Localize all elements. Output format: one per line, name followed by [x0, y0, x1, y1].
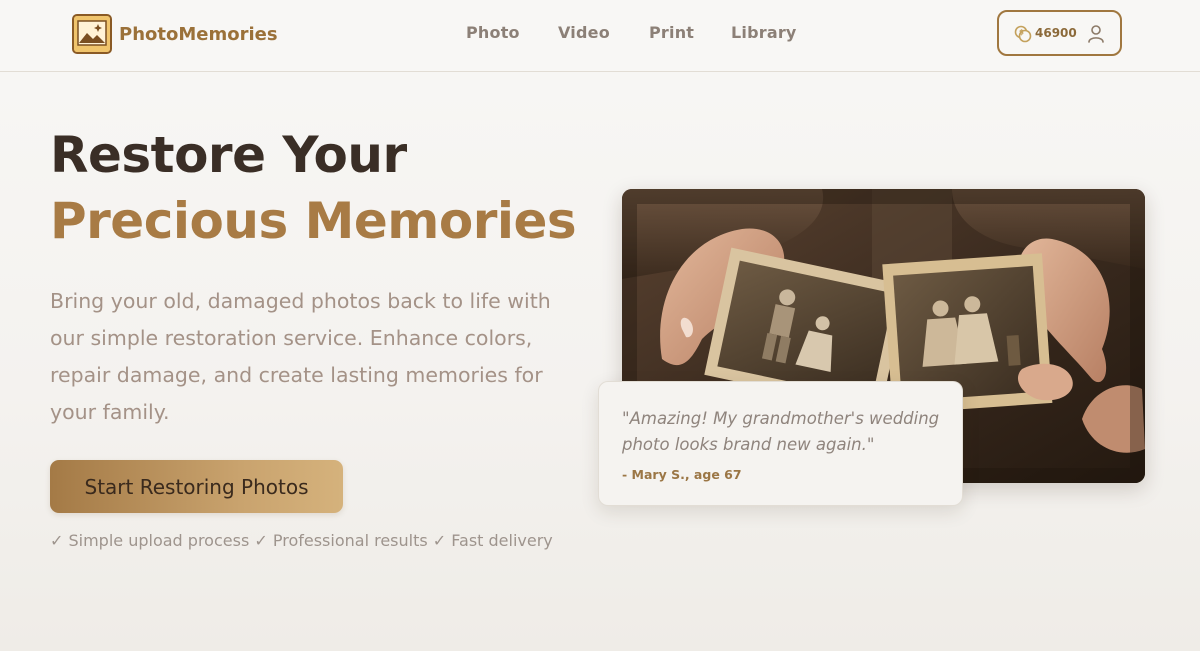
testimonial-author: - Mary S., age 67	[622, 467, 742, 482]
feature-list: ✓ Simple upload process ✓ Professional r…	[50, 531, 553, 550]
hero-title-line2: Precious Memories	[50, 192, 577, 250]
photo-frame-icon	[72, 14, 112, 54]
coins-icon: $	[1014, 25, 1032, 47]
user-icon	[1087, 24, 1105, 48]
brand-logo[interactable]: PhotoMemories	[72, 14, 278, 54]
nav-photo[interactable]: Photo	[466, 23, 520, 42]
nav-video[interactable]: Video	[558, 23, 610, 42]
hero-description: Bring your old, damaged photos back to l…	[50, 289, 551, 424]
hero-title-line1: Restore Your	[50, 126, 407, 184]
top-navbar: PhotoMemories Photo Video Print Library …	[0, 0, 1200, 72]
nav-print[interactable]: Print	[649, 23, 694, 42]
nav-library[interactable]: Library	[731, 23, 797, 42]
brand-name: PhotoMemories	[119, 23, 278, 45]
account-button[interactable]: $ 46900	[997, 10, 1122, 56]
hero-title: Restore Your Precious Memories	[50, 122, 577, 254]
testimonial-card: "Amazing! My grandmother's wedding photo…	[598, 381, 963, 506]
svg-text:$: $	[1019, 29, 1024, 37]
testimonial-quote: "Amazing! My grandmother's wedding photo…	[622, 409, 940, 454]
start-restoring-button[interactable]: Start Restoring Photos	[50, 460, 343, 513]
coin-balance: 46900	[1035, 26, 1077, 40]
